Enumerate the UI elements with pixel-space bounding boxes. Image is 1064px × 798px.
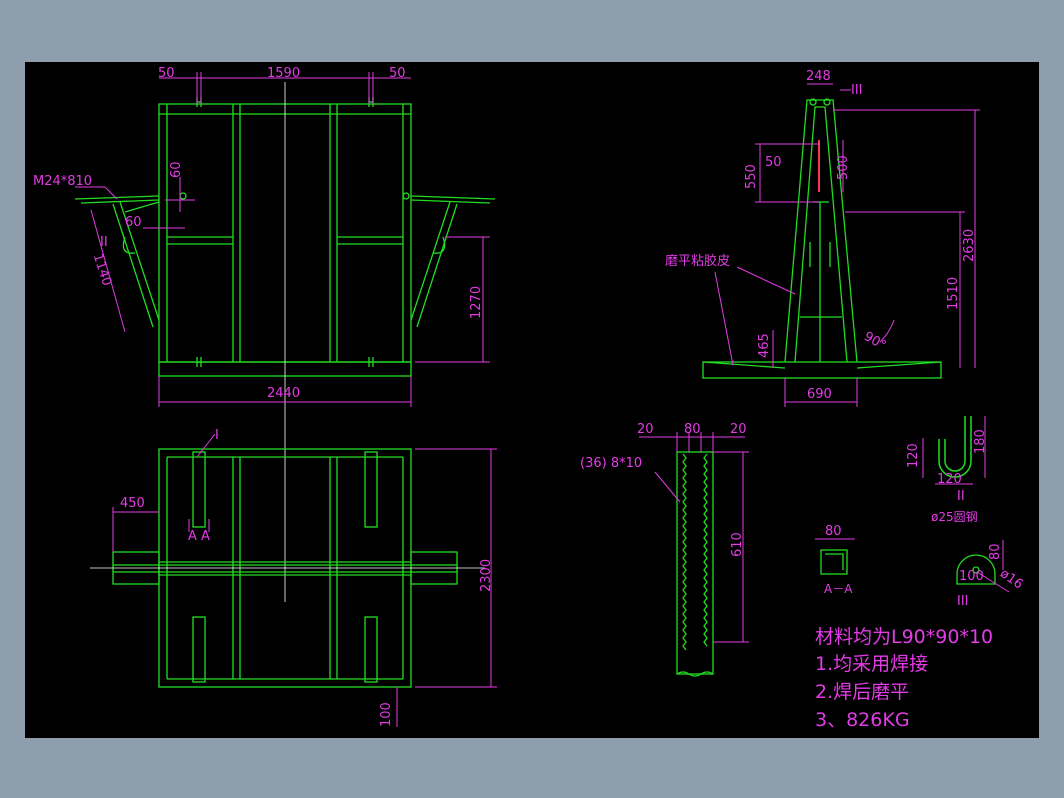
dim-mid-height: 1510 [946, 276, 961, 310]
dim-top-width: 248 [806, 69, 831, 84]
dim-w3: 20 [730, 422, 747, 437]
mark-ii: II [100, 235, 108, 250]
section-aa-shape [820, 549, 848, 575]
dim-height: 1270 [469, 285, 484, 319]
side-view [702, 98, 942, 379]
note-1: 1.均采用焊接 [815, 653, 929, 675]
mark-i: I [215, 428, 219, 443]
hook-mark: II [957, 489, 965, 504]
front-dimensions [75, 72, 490, 407]
dim-depth: 2300 [479, 558, 494, 592]
dim-left-margin: 50 [158, 66, 175, 81]
dim-bottom: 100 [379, 702, 394, 727]
dim-550: 550 [744, 164, 759, 189]
dim-iii-80: 80 [988, 543, 1003, 560]
dim-50: 50 [765, 155, 782, 170]
note-2: 2.焊后磨平 [815, 681, 910, 703]
cad-viewport: 50 1590 50 M24*810 60 60 II 1140 1270 24… [0, 0, 1064, 798]
dim-iii-100: 100 [959, 569, 984, 584]
drawing-canvas: 50 1590 50 M24*810 60 60 II 1140 1270 24… [25, 62, 1039, 738]
hook-detail [938, 416, 972, 478]
section-mark: A A [188, 529, 210, 544]
dim-hook-120: 120 [906, 443, 921, 468]
dim-span: 1590 [267, 66, 301, 81]
dim-465: 465 [757, 333, 772, 358]
dim-w1: 20 [637, 422, 654, 437]
dim-w2: 80 [684, 422, 701, 437]
dim-base: 690 [807, 387, 832, 402]
tooth-detail [676, 451, 714, 677]
hook-material: ø25圆钢 [931, 510, 978, 524]
mark-iii: III [851, 83, 863, 98]
side-dimensions [714, 83, 980, 407]
dim-total-height: 2630 [962, 228, 977, 262]
dim-hook-w120: 120 [937, 472, 962, 487]
dim-tooth-length: 610 [730, 532, 745, 557]
dim-60b: 60 [125, 215, 142, 230]
plan-dimensions [112, 433, 497, 727]
tooth-spec: (36) 8*10 [580, 456, 643, 471]
note-3: 3、826KG [815, 709, 910, 731]
dim-offset: 450 [120, 496, 145, 511]
section-label: A－A [824, 582, 853, 596]
detail-iii-mark: III [957, 594, 969, 609]
dim-section-width: 80 [825, 524, 842, 539]
dim-right-margin: 50 [389, 66, 406, 81]
dim-hook-180: 180 [973, 429, 988, 454]
note-material: 材料均为L90*90*10 [815, 626, 994, 648]
rubber-label: 磨平粘胶皮 [665, 254, 731, 269]
dim-width: 2440 [267, 386, 301, 401]
bolt-label: M24*810 [33, 174, 93, 189]
dim-500: 500 [836, 155, 851, 180]
dim-60a: 60 [169, 161, 184, 178]
